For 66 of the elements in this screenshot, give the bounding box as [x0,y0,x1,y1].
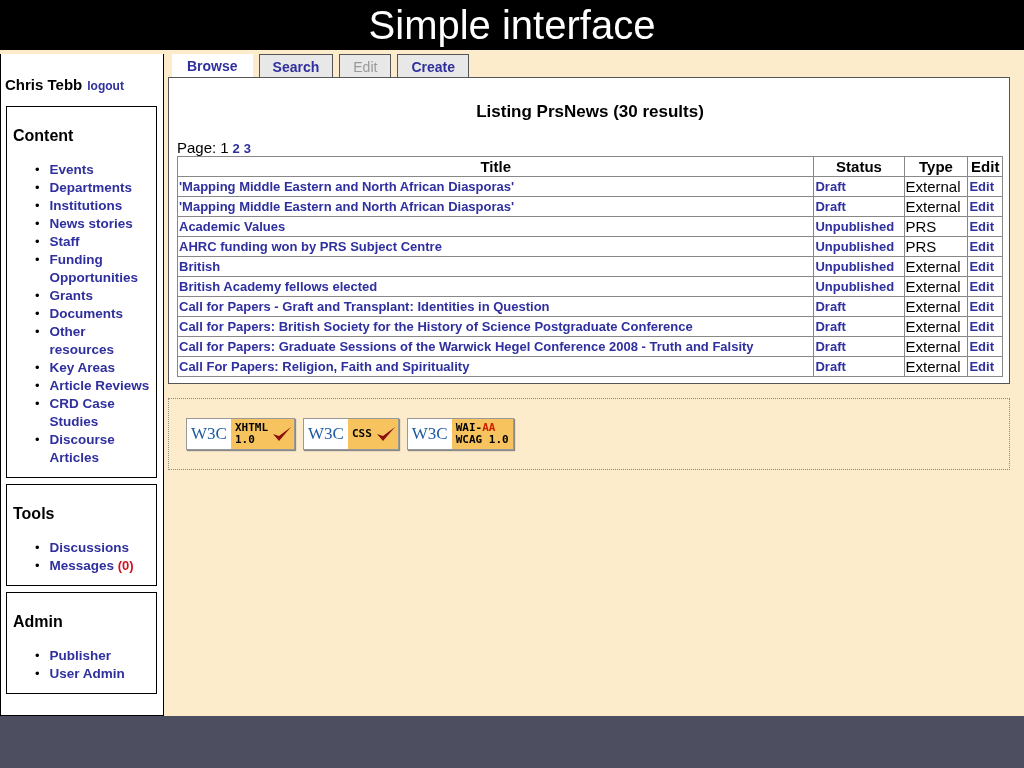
sidebar-link[interactable]: Key Areas [49,359,116,377]
user-name: Chris Tebb [5,76,83,93]
column-header: Status [813,156,904,177]
type-cell: External [904,256,968,277]
section-title: Content [13,127,75,145]
sidebar-link[interactable]: Publisher [49,647,112,665]
sidebar-link[interactable]: User Admin [49,665,125,683]
sidebar-link[interactable]: Discussions [49,539,130,557]
sidebar-link[interactable]: Funding Opportunities [49,251,150,287]
current-page: 1 [220,139,229,156]
type-cell: External [904,196,968,217]
sidebar-link[interactable]: CRD Case Studies [49,395,150,431]
sidebar-link[interactable]: Discourse Articles [49,431,150,467]
sidebar-link[interactable]: Departments [49,179,133,197]
sidebar-link[interactable]: Institutions [49,197,123,215]
sidebar-link[interactable]: News stories [49,215,133,233]
listing-heading: Listing PrsNews (30 results) [475,102,705,122]
sidebar-link[interactable]: Staff [49,233,80,251]
bullet-icon: • [35,287,40,305]
sidebar-link[interactable]: Documents [49,305,124,323]
bullet-icon: • [35,557,40,575]
bullet-icon: • [35,305,40,323]
logout-link[interactable]: logout [87,79,124,93]
title-link[interactable]: British [179,259,221,274]
column-header: Title [177,156,814,177]
bullet-icon: • [35,539,40,557]
bullet-icon: • [35,647,40,665]
bullet-icon: • [35,377,40,395]
bullet-icon: • [35,665,40,683]
title-link[interactable]: Academic Values [179,219,286,234]
column-header: Edit [967,156,1003,177]
bullet-icon: • [35,251,40,269]
bullet-icon: • [35,323,40,341]
type-cell: PRS [904,216,968,237]
type-cell: External [904,296,968,317]
sidebar-link[interactable]: Messages [49,557,115,575]
section-title: Admin [13,613,64,631]
bullet-icon: • [35,179,40,197]
bullet-icon: • [35,359,40,377]
pager-label: Page: [177,139,217,156]
page-link[interactable]: 3 [243,141,251,156]
slide-title: Simple interface [368,2,656,48]
sidebar-link[interactable]: Events [49,161,94,179]
bullet-icon: • [35,233,40,251]
sidebar-link[interactable]: Other resources [49,323,150,359]
bullet-icon: • [35,197,40,215]
bullet-icon: • [35,215,40,233]
bullet-icon: • [35,395,40,413]
validation-badge[interactable]: W3C CSS [303,418,399,450]
tab[interactable]: Browse [172,54,253,77]
sidebar-link[interactable]: Grants [49,287,94,305]
type-cell: External [904,276,968,297]
type-cell: External [904,176,968,197]
type-cell: PRS [904,236,968,257]
type-cell: External [904,356,968,377]
type-cell: External [904,316,968,337]
bullet-icon: • [35,431,40,449]
tab[interactable]: Create [397,54,469,77]
sidebar-link[interactable]: Article Reviews [49,377,150,395]
page-link[interactable]: 2 [232,141,240,156]
tab[interactable]: Search [258,54,334,77]
type-cell: External [904,336,968,357]
column-header: Type [904,156,968,177]
message-count: (0) [117,558,134,573]
bullet-icon: • [35,161,40,179]
section-title: Tools [13,505,56,523]
